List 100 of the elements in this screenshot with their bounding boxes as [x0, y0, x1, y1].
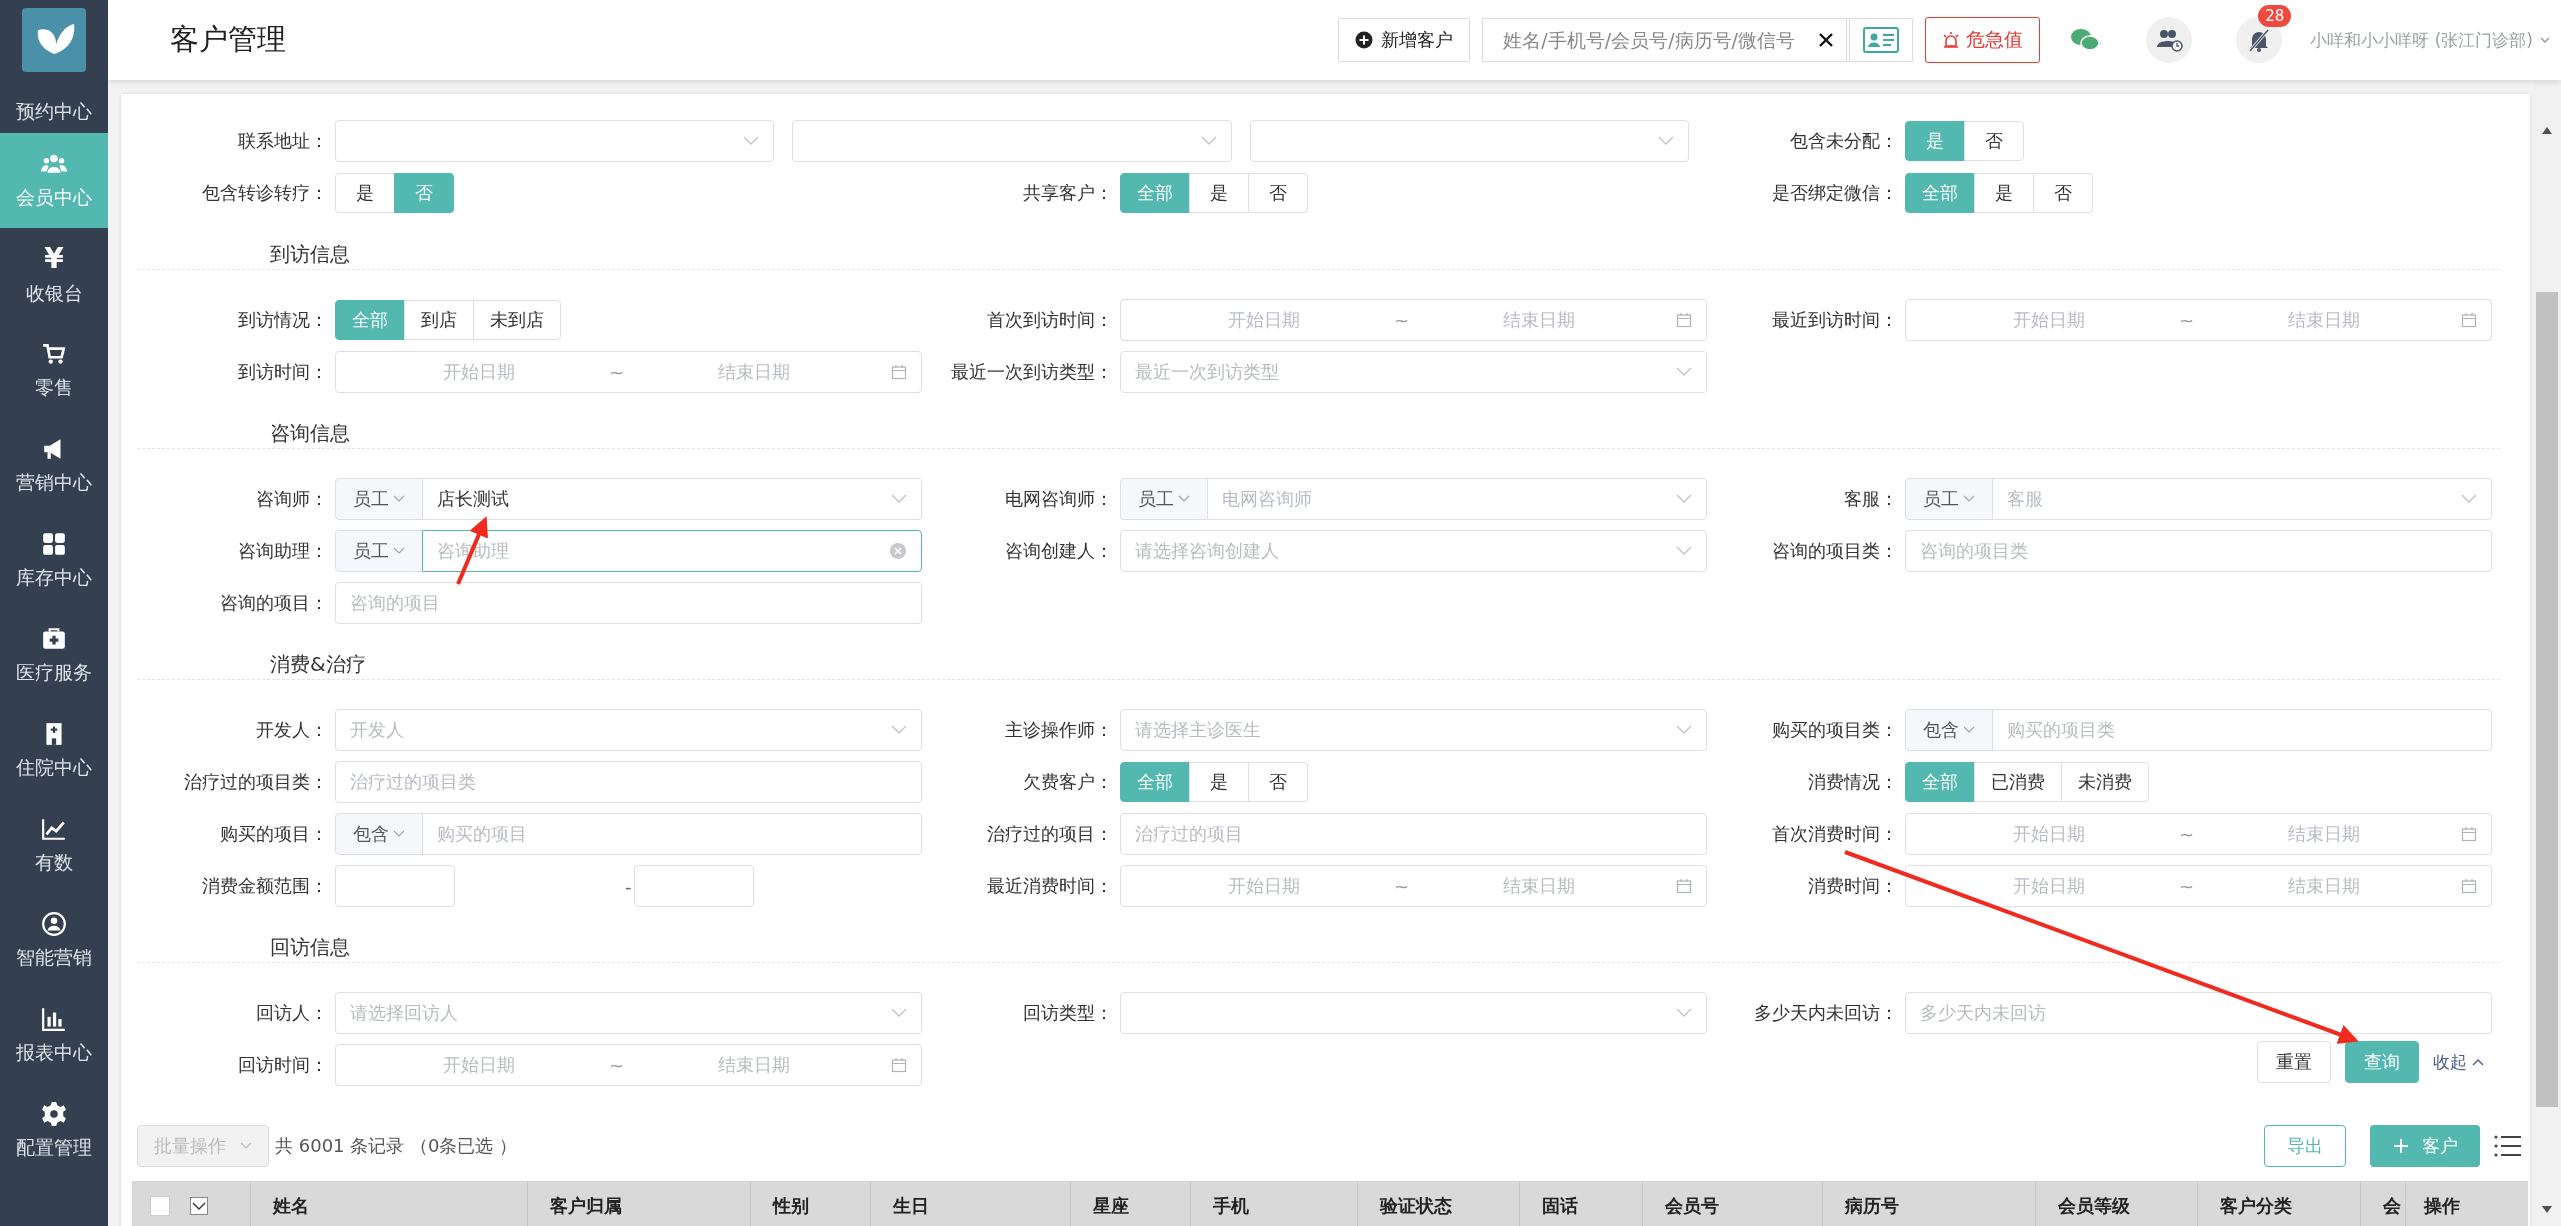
scroll-up-icon[interactable]	[2542, 126, 2552, 134]
range-separator: -	[625, 875, 632, 897]
field-label: 到访情况：	[237, 308, 329, 332]
field-label: 消费情况：	[1807, 770, 1899, 794]
search-button[interactable]: 查询	[2345, 1041, 2419, 1083]
sidebar-item[interactable]: 营销中心	[0, 418, 108, 513]
sidebar-item[interactable]: 零售	[0, 323, 108, 418]
prefix-select[interactable]: 员工	[1905, 478, 1993, 520]
notification-badge: 28	[2258, 5, 2292, 27]
column-list-icon[interactable]	[2494, 1134, 2522, 1158]
text-field[interactable]: 治疗过的项目	[1120, 813, 1707, 855]
text-field[interactable]: 治疗过的项目类	[335, 761, 922, 803]
text-field[interactable]: 多少天内未回访	[1905, 992, 2492, 1034]
sidebar-item[interactable]: 配置管理	[0, 1083, 108, 1178]
filter-toggle[interactable]: 是	[1189, 762, 1249, 802]
select-field[interactable]: 电网咨询师	[1207, 478, 1707, 520]
filter-toggle[interactable]: 未消费	[2061, 762, 2149, 802]
date-range-field[interactable]: 开始日期 ~ 结束日期	[1120, 865, 1707, 907]
select-field[interactable]: 请选择主诊医生	[1120, 709, 1707, 751]
min-amount-field[interactable]	[335, 865, 455, 907]
date-range-field[interactable]: 开始日期 ~ 结束日期	[1905, 299, 2492, 341]
field-label: 消费金额范围：	[201, 874, 329, 898]
filter-toggle[interactable]: 否	[1964, 121, 2024, 161]
user-menu[interactable]: 小咩和小小咩呀 (张江门诊部)	[2310, 28, 2551, 52]
text-field[interactable]: 咨询的项目类	[1905, 530, 2492, 572]
filter-toggle[interactable]: 否	[394, 173, 454, 213]
field-label: 是否绑定微信：	[1771, 181, 1899, 205]
chat-bubbles-icon[interactable]	[2070, 27, 2101, 53]
prefix-select[interactable]: 员工	[335, 530, 423, 572]
max-amount-field[interactable]	[633, 865, 754, 907]
date-range-field[interactable]: 开始日期 ~ 结束日期	[1905, 813, 2492, 855]
filter-toggle[interactable]: 全部	[335, 300, 405, 340]
calendar-icon	[2461, 826, 2477, 842]
calendar-icon	[1676, 312, 1692, 328]
filter-toggle[interactable]: 全部	[1905, 173, 1975, 213]
clear-icon[interactable]	[889, 542, 907, 560]
filter-toggle[interactable]: 否	[1248, 762, 1308, 802]
column-header: 客户分类	[2220, 1194, 2292, 1218]
sidebar-item[interactable]: 智能营销	[0, 893, 108, 988]
field-label: 回访人：	[255, 1001, 329, 1025]
sidebar-item[interactable]: 有数	[0, 798, 108, 893]
chevron-down-icon[interactable]	[190, 1197, 208, 1215]
select-field[interactable]: 店长测试	[422, 478, 922, 520]
filter-toggle[interactable]: 全部	[1905, 762, 1975, 802]
text-field[interactable]: 咨询的项目	[335, 582, 922, 624]
prefix-select[interactable]: 员工	[335, 478, 423, 520]
chevron-down-icon	[891, 1008, 907, 1018]
critical-value-button[interactable]: 危急值	[1925, 17, 2041, 63]
text-field[interactable]: 购买的项目	[422, 813, 922, 855]
sidebar-item[interactable]: 预约中心	[0, 80, 108, 133]
select-field[interactable]: 客服	[1992, 478, 2492, 520]
filter-toggle[interactable]: 是	[1189, 173, 1249, 213]
sidebar-item[interactable]: 住院中心	[0, 703, 108, 798]
select-field[interactable]	[1120, 992, 1707, 1034]
text-field[interactable]: 购买的项目类	[1992, 709, 2492, 751]
select-field[interactable]: 请选择回访人	[335, 992, 922, 1034]
filter-toggle[interactable]: 否	[2033, 173, 2093, 213]
group-clock-icon[interactable]	[2146, 17, 2193, 63]
filter-toggle[interactable]: 未到店	[473, 300, 561, 340]
column-header: 星座	[1093, 1194, 1129, 1218]
filter-toggle[interactable]: 是	[335, 173, 395, 213]
date-range-field[interactable]: 开始日期 ~ 结束日期	[1120, 299, 1707, 341]
sidebar-item[interactable]: 报表中心	[0, 988, 108, 1083]
sidebar-item[interactable]: 库存中心	[0, 513, 108, 608]
collapse-link[interactable]: 收起	[2433, 1050, 2484, 1074]
filter-toggle[interactable]: 到店	[404, 300, 474, 340]
alarm-icon	[1942, 31, 1961, 49]
prefix-select[interactable]: 员工	[1120, 478, 1208, 520]
sidebar-item[interactable]: 医疗服务	[0, 608, 108, 703]
filter-toggle[interactable]: 全部	[1120, 762, 1190, 802]
select-field[interactable]: 请选择咨询创建人	[1120, 530, 1707, 572]
search-field[interactable]: 姓名/手机号/会员号/病历号/微信号	[1482, 18, 1848, 62]
select-field[interactable]: 开发人	[335, 709, 922, 751]
date-range-field[interactable]: 开始日期 ~ 结束日期	[335, 1044, 922, 1086]
sidebar-item[interactable]: 会员中心	[0, 133, 108, 228]
filter-toggle[interactable]: 已消费	[1974, 762, 2062, 802]
select-all-checkbox[interactable]	[150, 1196, 170, 1216]
sidebar-item[interactable]: ¥ 收银台	[0, 228, 108, 323]
filter-toggle[interactable]: 全部	[1120, 173, 1190, 213]
field-label: 欠费客户：	[1022, 770, 1114, 794]
plus-circle-icon	[1355, 31, 1374, 49]
date-range-field[interactable]: 开始日期 ~ 结束日期	[335, 351, 922, 393]
date-range-field[interactable]: 开始日期 ~ 结束日期	[1905, 865, 2492, 907]
filter-toggle[interactable]: 否	[1248, 173, 1308, 213]
prefix-select[interactable]: 包含	[1905, 709, 1993, 751]
id-card-button[interactable]	[1849, 18, 1914, 62]
chevron-down-icon	[743, 136, 760, 146]
column-header: 固话	[1542, 1194, 1578, 1218]
close-icon[interactable]	[1818, 32, 1835, 48]
add-customer-button[interactable]: 客户	[2370, 1125, 2480, 1167]
filter-toggle[interactable]: 是	[1905, 121, 1965, 161]
reset-button[interactable]: 重置	[2257, 1041, 2331, 1083]
field-label: 联系地址：	[237, 129, 329, 153]
field-label: 治疗过的项目：	[986, 822, 1114, 846]
prefix-select[interactable]: 包含	[335, 813, 423, 855]
scroll-down-icon[interactable]	[2542, 1206, 2552, 1214]
export-button[interactable]: 导出	[2264, 1125, 2346, 1167]
new-customer-button[interactable]: 新增客户	[1338, 18, 1471, 62]
column-header: 会员等级	[2058, 1194, 2130, 1218]
filter-toggle[interactable]: 是	[1974, 173, 2034, 213]
